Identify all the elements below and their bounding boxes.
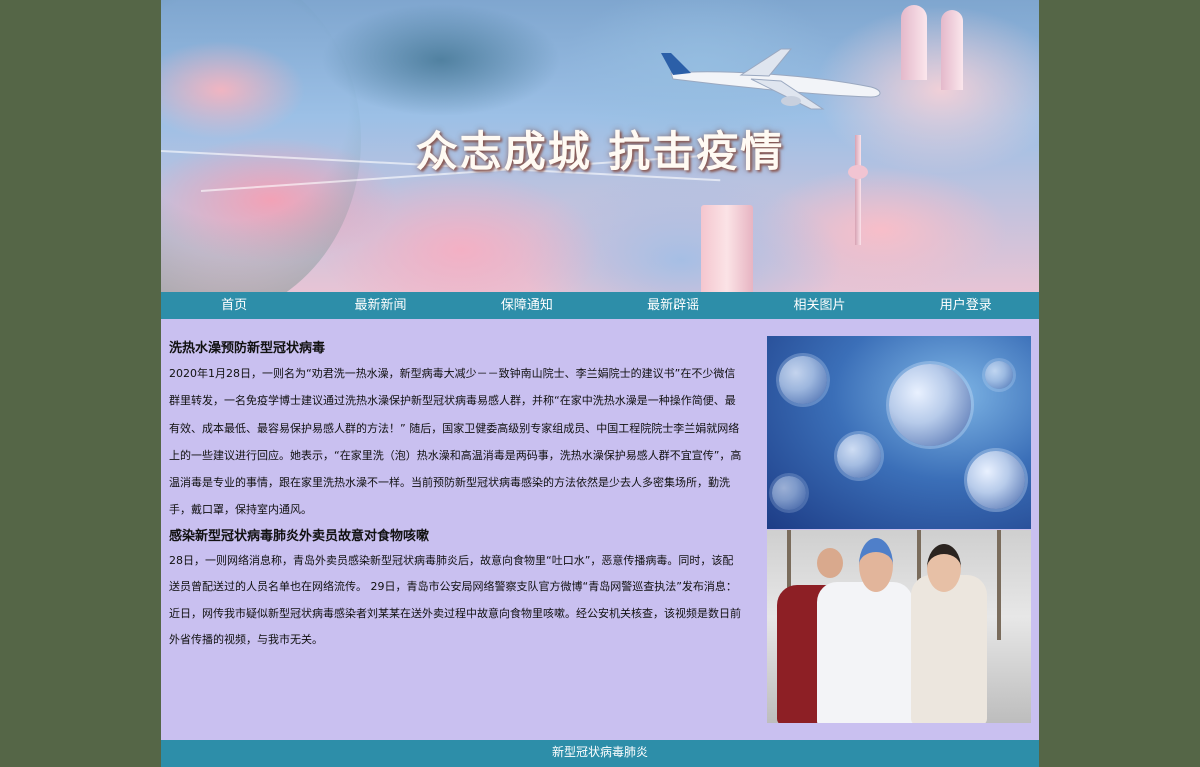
nav-item-login[interactable]: 用户登录 [893, 292, 1039, 319]
virus-particle [889, 364, 971, 446]
person-figure [927, 544, 961, 592]
virus-image [767, 336, 1031, 529]
virus-particle [779, 356, 827, 404]
nav-item-home[interactable]: 首页 [161, 292, 307, 319]
article: 洗热水澡预防新型冠状病毒 2020年1月28日，一则名为“劝君洗一热水澡，新型病… [169, 338, 744, 524]
virus-particle [985, 361, 1013, 389]
banner-title: 众志成城 抗击疫情 [415, 127, 785, 176]
building-graphic [901, 5, 927, 80]
nav-item-latest-news[interactable]: 最新新闻 [307, 292, 453, 319]
person-figure [817, 582, 913, 723]
nav-item-pictures[interactable]: 相关图片 [746, 292, 892, 319]
footer: 新型冠状病毒肺炎 [161, 740, 1039, 767]
airplane-icon [661, 48, 881, 110]
main-nav: 首页 最新新闻 保障通知 最新辟谣 相关图片 用户登录 [161, 292, 1039, 319]
nav-item-notices[interactable]: 保障通知 [454, 292, 600, 319]
virus-particle [967, 451, 1025, 509]
person-figure [911, 575, 987, 723]
article-title: 感染新型冠状病毒肺炎外卖员故意对食物咳嗽 [169, 528, 430, 544]
article: 感染新型冠状病毒肺炎外卖员故意对食物咳嗽 28日，一则网络消息称，青岛外卖员感染… [169, 526, 744, 654]
article-body: 28日，一则网络消息称，青岛外卖员感染新型冠状病毒肺炎后，故意向食物里“吐口水”… [169, 553, 741, 647]
page-container: 众志成城 抗击疫情 首页 最新新闻 保障通知 最新辟谣 相关图片 用户登录 洗热… [161, 0, 1039, 767]
person-figure [859, 538, 893, 592]
article-title: 洗热水澡预防新型冠状病毒 [169, 341, 326, 356]
doctors-photo [767, 530, 1031, 723]
building-graphic [941, 10, 963, 90]
person-figure [817, 548, 843, 578]
banner-image: 众志成城 抗击疫情 [161, 0, 1039, 292]
main-content: 洗热水澡预防新型冠状病毒 2020年1月28日，一则名为“劝君洗一热水澡，新型病… [169, 338, 744, 654]
building-graphic [701, 205, 753, 292]
article-body: 2020年1月28日，一则名为“劝君洗一热水澡，新型病毒大减少－－致钟南山院士、… [169, 367, 742, 517]
virus-particle [837, 434, 881, 478]
nav-item-rumor-debunk[interactable]: 最新辟谣 [600, 292, 746, 319]
virus-particle [772, 476, 806, 510]
